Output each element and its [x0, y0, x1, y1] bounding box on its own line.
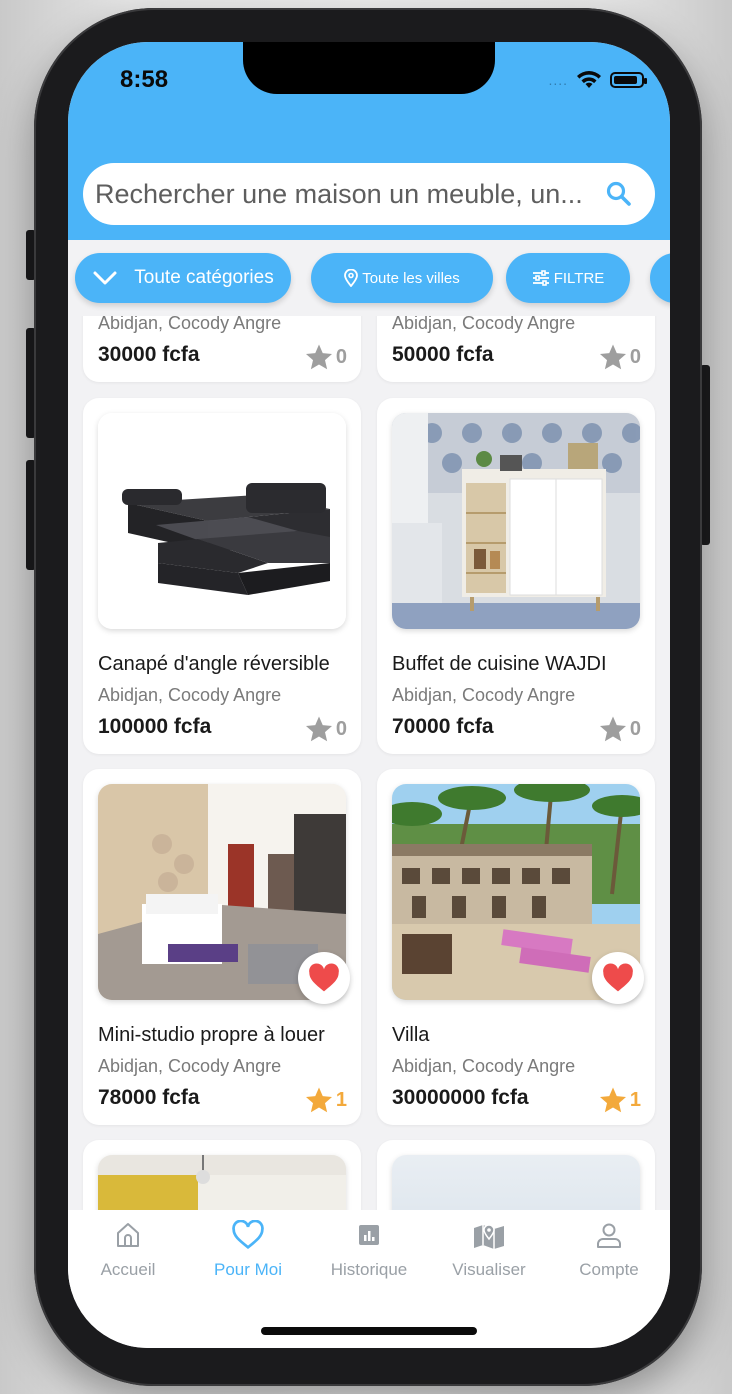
- more-chip[interactable]: [650, 253, 670, 303]
- rating-count: 1: [335, 1088, 347, 1111]
- rating-count: 0: [335, 717, 347, 740]
- tab-historique[interactable]: Historique: [309, 1220, 429, 1280]
- status-time: 8:58: [120, 66, 169, 93]
- favorite-button[interactable]: [592, 952, 644, 1004]
- card-location: Abidjan, Cocody Angre: [98, 685, 282, 705]
- listing-card[interactable]: Abidjan, Cocody Angre 30000 fcfa 0: [83, 316, 361, 382]
- filter-button[interactable]: FILTRE: [506, 253, 630, 303]
- card-rating: 0: [598, 342, 641, 372]
- listing-card[interactable]: Abidjan, Cocody Angre 50000 fcfa 0: [377, 316, 655, 382]
- chart-icon: [359, 1225, 379, 1245]
- listing-card[interactable]: [83, 1140, 361, 1210]
- tab-pour-moi[interactable]: Pour Moi: [188, 1220, 308, 1280]
- category-label: Toute catégories: [134, 267, 274, 288]
- card-location: Abidjan, Cocody Angre: [392, 685, 576, 705]
- card-rating: 0: [598, 714, 641, 744]
- card-price: 50000 fcfa: [392, 343, 494, 366]
- heart-icon: [309, 963, 339, 992]
- tab-visualiser[interactable]: Visualiser: [429, 1220, 549, 1280]
- listing-image[interactable]: [98, 784, 350, 1004]
- battery-level: [614, 76, 638, 84]
- card-title: Villa: [392, 1024, 430, 1046]
- listing-image[interactable]: [98, 1155, 346, 1210]
- card-price: 100000 fcfa: [98, 715, 212, 738]
- city-label: Toute les villes: [362, 269, 460, 287]
- listing-card[interactable]: Canapé d'angle réversible Abidjan, Cocod…: [83, 398, 361, 754]
- sky-image: [392, 1155, 640, 1210]
- card-price: 78000 fcfa: [98, 1086, 200, 1109]
- header: 8:58 ....: [68, 42, 670, 240]
- tab-label: Accueil: [100, 1260, 156, 1279]
- category-dropdown[interactable]: Toute catégories: [75, 253, 291, 303]
- card-price: 70000 fcfa: [392, 715, 494, 738]
- tab-label: Pour Moi: [213, 1260, 283, 1279]
- tab-compte[interactable]: Compte: [549, 1220, 669, 1280]
- card-price: 30000 fcfa: [98, 343, 200, 366]
- card-rating: 0: [304, 342, 347, 372]
- search-input[interactable]: [95, 178, 605, 210]
- tab-accueil[interactable]: Accueil: [68, 1220, 188, 1280]
- star-icon: [599, 344, 626, 370]
- star-icon: [305, 344, 332, 370]
- favorite-button[interactable]: [298, 952, 350, 1004]
- status-icons: ....: [548, 70, 647, 90]
- card-title: Mini-studio propre à louer: [98, 1024, 325, 1046]
- star-icon: [305, 1087, 332, 1113]
- kitchen-buffet-image: [392, 413, 640, 629]
- rating-count: 0: [629, 717, 641, 740]
- star-icon: [305, 716, 332, 742]
- bottom-tab-bar: Accueil Pour Moi Historique Visualiser C…: [68, 1210, 670, 1348]
- card-location: Abidjan, Cocody Angre: [98, 1056, 282, 1076]
- listing-image[interactable]: [392, 1155, 640, 1210]
- wifi-icon: [577, 71, 601, 88]
- listing-card[interactable]: Villa Abidjan, Cocody Angre 30000000 fcf…: [377, 769, 655, 1125]
- listing-card[interactable]: Buffet de cuisine WAJDI Abidjan, Cocody …: [377, 398, 655, 754]
- home-icon: [117, 1223, 139, 1247]
- heart-icon: [232, 1220, 264, 1250]
- listing-grid[interactable]: Abidjan, Cocody Angre 30000 fcfa 0 Abidj…: [68, 316, 670, 1210]
- listing-image[interactable]: [392, 413, 640, 629]
- card-rating: 0: [304, 714, 347, 744]
- card-rating: 1: [304, 1085, 347, 1115]
- card-location: Abidjan, Cocody Angre: [98, 316, 282, 333]
- tab-label: Compte: [579, 1260, 639, 1279]
- heart-icon: [603, 963, 633, 992]
- listing-image[interactable]: [98, 413, 346, 629]
- map-icon: [474, 1224, 504, 1249]
- card-location: Abidjan, Cocody Angre: [392, 316, 576, 333]
- battery-icon: [610, 72, 647, 88]
- sofa-image: [98, 413, 346, 629]
- star-icon: [599, 1087, 626, 1113]
- location-pin-icon: [344, 269, 359, 287]
- listing-image[interactable]: [392, 784, 644, 1004]
- sliders-icon: [532, 270, 549, 286]
- filter-label: FILTRE: [553, 269, 605, 287]
- user-icon: [597, 1223, 621, 1248]
- star-icon: [599, 716, 626, 742]
- rating-count: 0: [335, 345, 347, 368]
- card-title: Buffet de cuisine WAJDI: [392, 653, 607, 675]
- card-rating: 1: [598, 1085, 641, 1115]
- signal-icon: ....: [548, 72, 568, 88]
- home-indicator[interactable]: [261, 1327, 477, 1335]
- tab-label: Visualiser: [452, 1260, 526, 1279]
- search-bar[interactable]: [83, 163, 655, 225]
- chevron-down-icon: [93, 271, 117, 285]
- card-price: 30000000 fcfa: [392, 1086, 529, 1109]
- search-icon[interactable]: [605, 180, 633, 208]
- interior-image: [98, 1155, 346, 1210]
- app-screen: 8:58 .... Abidjan, Cocody Angre: [68, 42, 670, 1348]
- listing-card[interactable]: Mini-studio propre à louer Abidjan, Coco…: [83, 769, 361, 1125]
- rating-count: 1: [629, 1088, 641, 1111]
- rating-count: 0: [629, 345, 641, 368]
- tab-label: Historique: [330, 1260, 408, 1279]
- card-location: Abidjan, Cocody Angre: [392, 1056, 576, 1076]
- notch: [243, 42, 495, 94]
- city-dropdown[interactable]: Toute les villes: [311, 253, 493, 303]
- card-title: Canapé d'angle réversible: [98, 653, 330, 675]
- listing-card[interactable]: [377, 1140, 655, 1210]
- filter-chip-bar: Toute catégories Toute les villes FILTRE: [75, 253, 670, 303]
